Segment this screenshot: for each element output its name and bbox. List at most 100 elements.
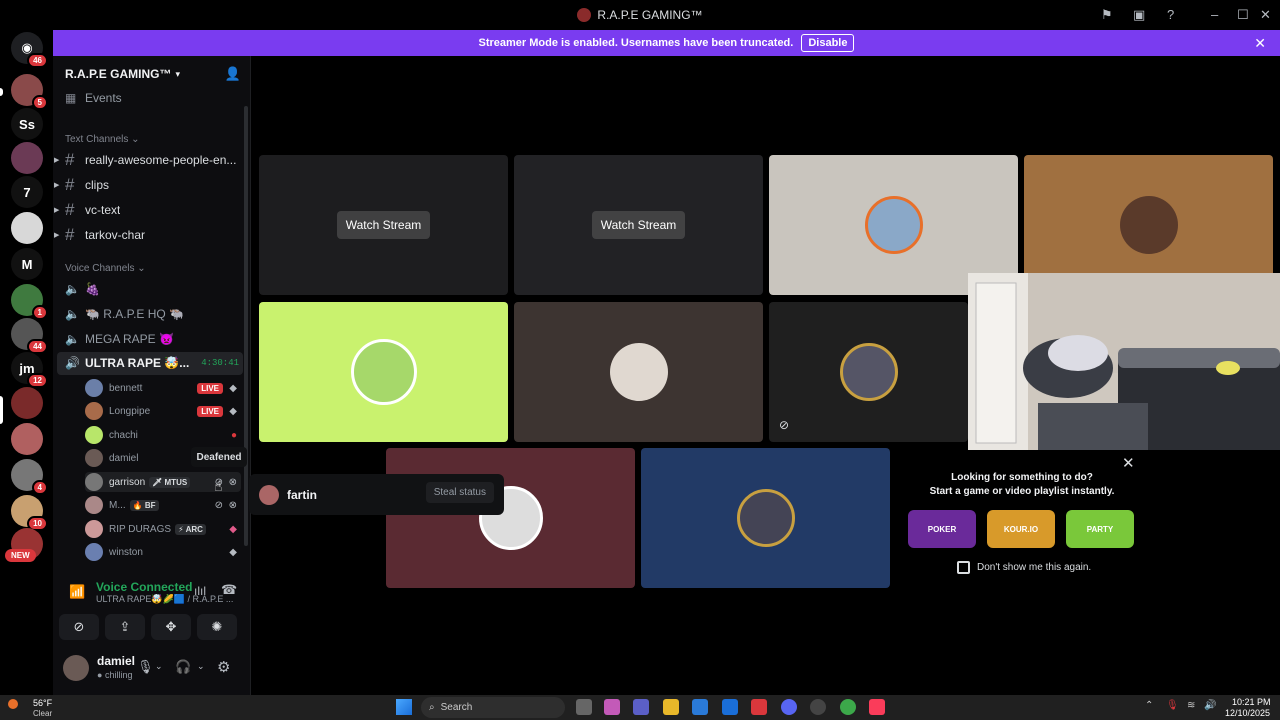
settings-gear-icon[interactable]: ⚙ xyxy=(217,658,230,676)
server-header[interactable]: R.A.P.E GAMING™ ▾ 👤 xyxy=(53,56,251,92)
disconnect-icon[interactable]: ☎ xyxy=(221,582,237,598)
steal-status-button[interactable]: Steal status xyxy=(425,482,494,503)
events-item[interactable]: ▦ Events xyxy=(65,88,122,108)
steam-icon[interactable] xyxy=(810,699,826,715)
channel-item[interactable]: # clips xyxy=(65,175,109,195)
server-icon[interactable] xyxy=(11,387,43,419)
discord-home-icon[interactable]: ◉ 46 xyxy=(11,32,48,68)
voice-channel-item[interactable]: 🔈 🍇 xyxy=(65,279,100,299)
inbox-icon[interactable]: ⚑ xyxy=(1101,8,1113,22)
music-icon[interactable] xyxy=(869,699,885,715)
copilot-icon[interactable] xyxy=(604,699,620,715)
voice-channels-category[interactable]: Voice Channels ⌄ xyxy=(65,263,146,274)
activity-icon: ◆ xyxy=(229,405,237,417)
weather-icon[interactable] xyxy=(8,699,18,709)
sidebar-scrollbar[interactable] xyxy=(244,106,248,546)
voice-user[interactable]: M... 🔥 BF ⊘ ⊗ xyxy=(85,495,241,515)
maximize-icon[interactable]: ☐ xyxy=(1237,8,1249,22)
teams-icon[interactable] xyxy=(633,699,649,715)
start-icon[interactable] xyxy=(396,699,412,715)
server-icon[interactable]: 7 xyxy=(11,176,43,208)
channel-item[interactable]: # really-awesome-people-en... xyxy=(65,150,236,170)
server-icon[interactable]: 1 xyxy=(11,284,48,320)
activities-button[interactable]: ✥ xyxy=(151,614,191,640)
server-icon[interactable] xyxy=(11,142,43,174)
server-icon[interactable]: 4 xyxy=(11,459,48,495)
user-tile[interactable] xyxy=(641,448,890,588)
chevron-down-icon: ▾ xyxy=(175,68,180,79)
channel-item[interactable]: # tarkov-char xyxy=(65,225,145,245)
close-icon[interactable]: ✕ xyxy=(1122,454,1135,472)
camera-feed-tile[interactable] xyxy=(968,273,1280,450)
avatar[interactable] xyxy=(63,655,89,681)
server-icon[interactable]: M xyxy=(11,248,43,280)
signal-icon: 📶 xyxy=(69,584,86,599)
camera-button[interactable]: ⊘ xyxy=(59,614,99,640)
avatar xyxy=(864,196,923,254)
disable-streamer-mode-button[interactable]: Disable xyxy=(801,34,855,52)
screen-icon[interactable]: ▣ xyxy=(1133,8,1145,22)
voice-channel-item[interactable]: 🔈 MEGA RAPE 👿 xyxy=(65,329,174,349)
outlook-icon[interactable] xyxy=(722,699,738,715)
banner-close-icon[interactable]: ✕ xyxy=(1254,35,1266,52)
help-icon[interactable]: ? xyxy=(1167,8,1174,22)
active-voice-channel[interactable]: 🔊 ULTRA RAPE 🤯... 4:30:41 xyxy=(57,352,243,375)
user-tile[interactable] xyxy=(259,302,508,442)
server-icon[interactable]: jm 12 xyxy=(11,352,48,388)
minimize-icon[interactable]: – xyxy=(1211,8,1218,22)
noise-suppression-icon[interactable]: ılıl xyxy=(194,584,206,598)
wifi-icon[interactable]: ≋ xyxy=(1187,700,1195,711)
voice-channel-path[interactable]: ULTRA RAPE🤯🌽🟦 / R.A.P.E ... xyxy=(96,594,233,605)
microphone-icon[interactable]: 🎙 xyxy=(137,659,154,675)
speaker-icon: 🔈 xyxy=(65,282,80,296)
voice-user[interactable]: bennett LIVE ◆ xyxy=(85,378,241,398)
deafened-icon[interactable]: ⊗ xyxy=(229,477,237,488)
user-name[interactable]: damiel xyxy=(97,654,135,668)
voice-user[interactable]: RIP DURAGS ⚡ ARC ◆ xyxy=(85,519,241,539)
watch-stream-button[interactable]: Watch Stream xyxy=(591,211,686,239)
voice-channel-item[interactable]: 🔈 🐃 R.A.P.E HQ 🐃 xyxy=(65,304,184,324)
mic-tray-icon[interactable]: 🎙 xyxy=(1166,700,1179,711)
headphones-icon[interactable]: 🎧 xyxy=(175,659,191,675)
clock-time[interactable]: 10:21 PM xyxy=(1232,697,1271,707)
game-card-poker[interactable]: POKER xyxy=(908,510,976,548)
voice-user[interactable]: Longpipe LIVE ◆ xyxy=(85,401,241,421)
server-icon[interactable]: Ss xyxy=(11,108,43,140)
stream-tile[interactable]: Watch Stream xyxy=(259,155,508,295)
soundboard-button[interactable]: ✺ xyxy=(197,614,237,640)
clock-date[interactable]: 12/10/2025 xyxy=(1225,708,1270,718)
user-tile[interactable]: ⊘ xyxy=(769,302,968,442)
voice-user[interactable]: winston ◆ xyxy=(85,542,241,562)
server-icon[interactable]: 44 xyxy=(11,318,48,354)
close-window-icon[interactable]: ✕ xyxy=(1260,8,1271,22)
server-icon[interactable] xyxy=(11,423,43,455)
voice-user[interactable]: chachi ● xyxy=(85,425,241,445)
store-icon[interactable] xyxy=(692,699,708,715)
chevron-down-icon[interactable]: ⌄ xyxy=(155,661,163,672)
voice-connected-status[interactable]: Voice Connected xyxy=(96,580,192,594)
invite-icon[interactable]: 👤 xyxy=(225,66,241,82)
channel-item[interactable]: # vc-text xyxy=(65,200,120,220)
dont-show-checkbox[interactable] xyxy=(957,561,970,574)
user-tile[interactable] xyxy=(386,448,635,588)
watch-stream-button[interactable]: Watch Stream xyxy=(336,211,431,239)
user-tile[interactable] xyxy=(514,302,763,442)
chrome-icon[interactable] xyxy=(840,699,856,715)
volume-icon[interactable]: 🔊 xyxy=(1204,700,1216,711)
text-channels-category[interactable]: Text Channels ⌄ xyxy=(65,134,140,145)
taskbar-search[interactable]: ⌕ Search xyxy=(421,697,565,718)
task-view-icon[interactable] xyxy=(576,699,592,715)
stream-tile[interactable]: Watch Stream xyxy=(514,155,763,295)
tray-chevron-icon[interactable]: ⌃ xyxy=(1145,700,1153,711)
server-icon[interactable] xyxy=(11,212,43,244)
chevron-down-icon: ⌄ xyxy=(131,134,140,145)
screen-share-button[interactable]: ⇪ xyxy=(105,614,145,640)
server-icon[interactable]: 5 xyxy=(11,74,48,110)
file-explorer-icon[interactable] xyxy=(663,699,679,715)
chevron-down-icon[interactable]: ⌄ xyxy=(197,661,205,672)
discord-icon[interactable] xyxy=(781,699,797,715)
server-icon[interactable]: 10 xyxy=(11,495,48,531)
game-card-kour[interactable]: KOUR.IO xyxy=(987,510,1055,548)
game-card-party[interactable]: PARTY xyxy=(1066,510,1134,548)
app-icon[interactable] xyxy=(751,699,767,715)
